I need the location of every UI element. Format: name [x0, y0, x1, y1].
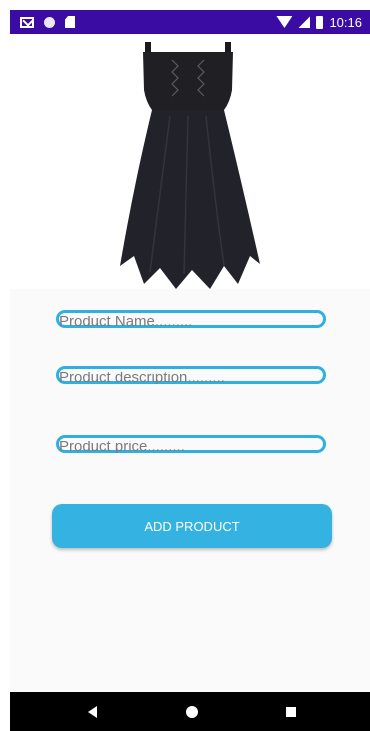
- status-bar: 10:16: [10, 10, 370, 34]
- back-icon[interactable]: [88, 706, 97, 718]
- product-price-input[interactable]: [59, 440, 323, 453]
- wifi-icon: [276, 16, 293, 28]
- navigation-bar: [10, 692, 370, 731]
- product-name-input[interactable]: [59, 315, 323, 328]
- home-icon[interactable]: [186, 706, 198, 718]
- battery-icon: [316, 15, 324, 29]
- product-description-input[interactable]: [59, 371, 323, 384]
- product-description-field[interactable]: [56, 366, 326, 384]
- recents-icon[interactable]: [286, 707, 296, 717]
- mail-icon: [20, 16, 34, 28]
- product-name-field[interactable]: [56, 310, 326, 328]
- sd-card-icon: [65, 16, 75, 28]
- product-image: [10, 34, 370, 289]
- signal-icon: [298, 16, 311, 28]
- phone-screen: 10:16 Product Name......... Product desc…: [10, 10, 370, 731]
- add-product-button[interactable]: ADD PRODUCT: [52, 504, 332, 548]
- dress-image: [120, 42, 260, 289]
- product-price-field[interactable]: [56, 435, 326, 453]
- circle-icon: [44, 16, 55, 28]
- status-time: 10:16: [329, 14, 362, 30]
